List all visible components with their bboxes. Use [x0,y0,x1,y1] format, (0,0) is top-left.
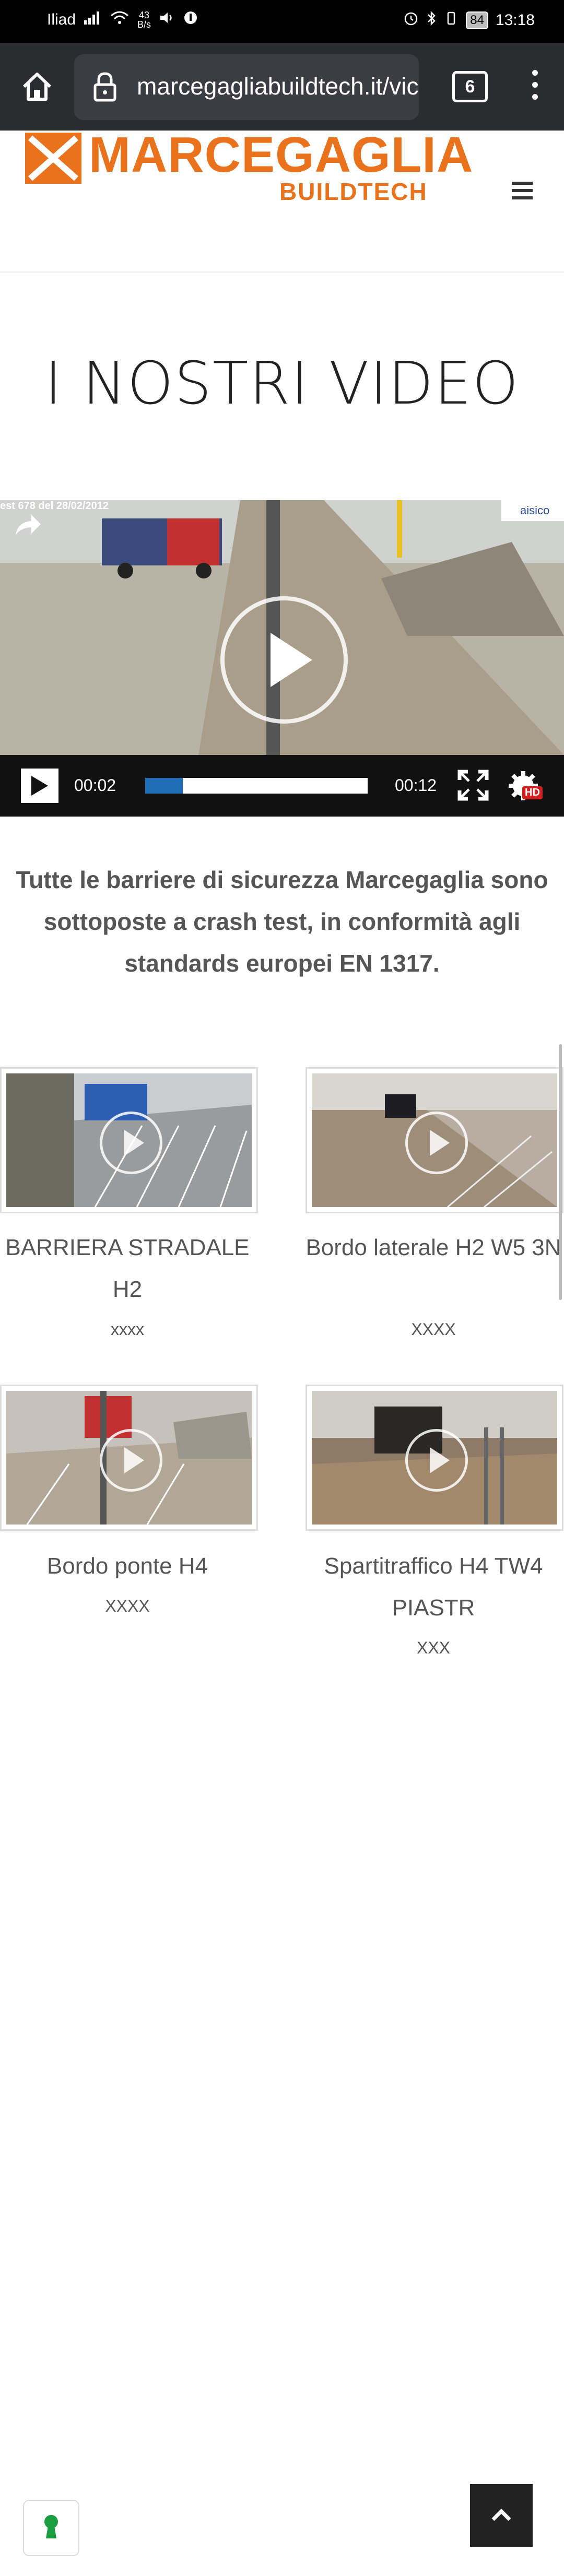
progress-bar[interactable] [145,778,368,794]
description-text: Tutte le barriere di sicurezza Marcegagl… [16,866,548,977]
share-icon[interactable] [14,513,42,539]
hd-badge: HD [522,786,543,799]
video-title-4[interactable]: Spartitraffico H4 TW4 PIASTR [303,1545,564,1629]
vibrate-icon [444,11,459,30]
scroll-to-top-button[interactable] [470,2484,533,2547]
data-saver-icon [183,10,198,29]
video-subtitle-2: XXXX [411,1320,456,1339]
video-subtitle-3: XXXX [105,1597,150,1615]
video-thumbnail-3[interactable] [0,1385,258,1531]
logo-mark-icon[interactable] [23,131,84,186]
bluetooth-icon [426,10,437,30]
lock-icon[interactable] [92,71,118,105]
keyhole-icon [44,2515,58,2538]
duration: 00:12 [395,776,437,795]
logo-sub-text[interactable]: BUILDTECH [279,178,428,206]
net-speed: 43 B/s [137,10,151,30]
play-icon [271,633,312,687]
play-icon [405,1112,468,1174]
settings-gear-icon[interactable]: HD [508,769,544,806]
play-pause-button[interactable] [21,769,58,803]
volume-icon [159,11,175,29]
fullscreen-icon[interactable] [457,770,489,803]
video-title-1[interactable]: BARRIERA STRADALE H2 [0,1227,258,1310]
video-title-3[interactable]: Bordo ponte H4 [0,1545,258,1587]
video-subtitle-4: XXX [416,1638,451,1657]
hamburger-menu-icon[interactable] [512,182,533,199]
video-overlay-text: est 678 del 28/02/2012 [0,500,109,512]
home-button[interactable] [15,65,60,110]
scrollbar-thumb[interactable] [559,1044,562,1300]
big-play-button[interactable] [220,596,348,724]
carrier-label: Iliad [47,11,76,28]
video-thumbnail-4[interactable] [306,1385,563,1531]
video-watermark: aisico [501,500,564,521]
clock: 13:18 [495,11,535,29]
url-text[interactable]: marcegagliabuildtech.it/vic [137,72,419,100]
logo-main-text[interactable]: MARCEGAGLIA [89,126,473,184]
video-title-2[interactable]: Bordo laterale H2 W5 3N [303,1227,564,1269]
video-thumbnail-2[interactable] [306,1067,563,1213]
browser-menu-icon[interactable] [530,70,540,101]
chevron-up-icon [491,2509,511,2521]
video-player[interactable]: est 678 del 28/02/2012 aisico [0,500,564,755]
progress-fill [145,778,183,794]
play-icon [100,1429,162,1492]
alarm-icon [403,10,419,30]
home-icon [22,73,52,101]
video-subtitle-1: xxxx [111,1320,144,1339]
battery-indicator: 84 [466,11,488,29]
video-thumbnail-1[interactable] [0,1067,258,1213]
play-icon [31,776,48,796]
video-controls: 00:02 00:12 HD [0,755,564,817]
play-icon [405,1429,468,1492]
signal-icon [84,11,102,29]
status-bar: Iliad 43 B/s 84 13:18 [0,0,564,43]
tab-switcher-button[interactable]: 6 [452,71,488,102]
play-icon [100,1112,162,1174]
current-time: 00:02 [74,776,116,795]
wifi-icon [110,10,129,29]
page-title: I NOSTRI VIDEO [44,350,520,418]
cookie-settings-button[interactable] [23,2500,79,2556]
